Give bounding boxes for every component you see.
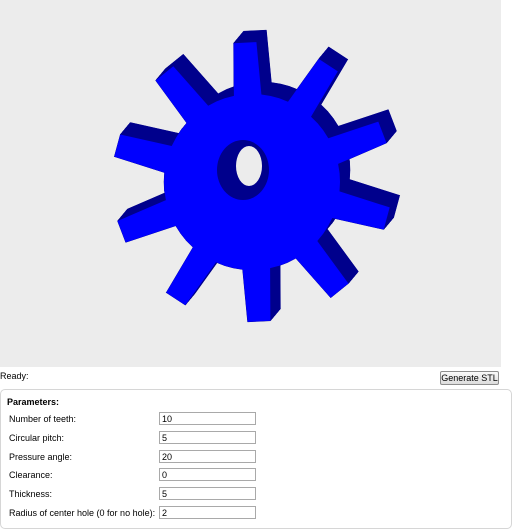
center-hole-label: Radius of center hole (0 for no hole): bbox=[9, 508, 156, 518]
generate-stl-button[interactable]: Generate STL bbox=[440, 371, 499, 385]
3d-viewer[interactable] bbox=[0, 0, 501, 367]
gear-model bbox=[113, 29, 401, 323]
pitch-input[interactable] bbox=[159, 431, 256, 444]
thickness-label: Thickness: bbox=[9, 489, 53, 499]
pitch-label: Circular pitch: bbox=[9, 433, 65, 443]
teeth-label: Number of teeth: bbox=[9, 414, 77, 424]
pressure-angle-label: Pressure angle: bbox=[9, 452, 73, 462]
thickness-input[interactable] bbox=[159, 487, 256, 500]
clearance-input[interactable] bbox=[159, 468, 256, 481]
teeth-input[interactable] bbox=[159, 412, 256, 425]
status-text: Ready: bbox=[0, 371, 29, 381]
parameters-panel: Parameters: Number of teeth: Circular pi… bbox=[0, 389, 512, 529]
clearance-label: Clearance: bbox=[9, 470, 53, 480]
center-hole-input[interactable] bbox=[159, 506, 256, 519]
center-hole bbox=[236, 146, 262, 186]
pressure-angle-input[interactable] bbox=[159, 450, 256, 463]
parameters-title: Parameters: bbox=[7, 397, 60, 407]
